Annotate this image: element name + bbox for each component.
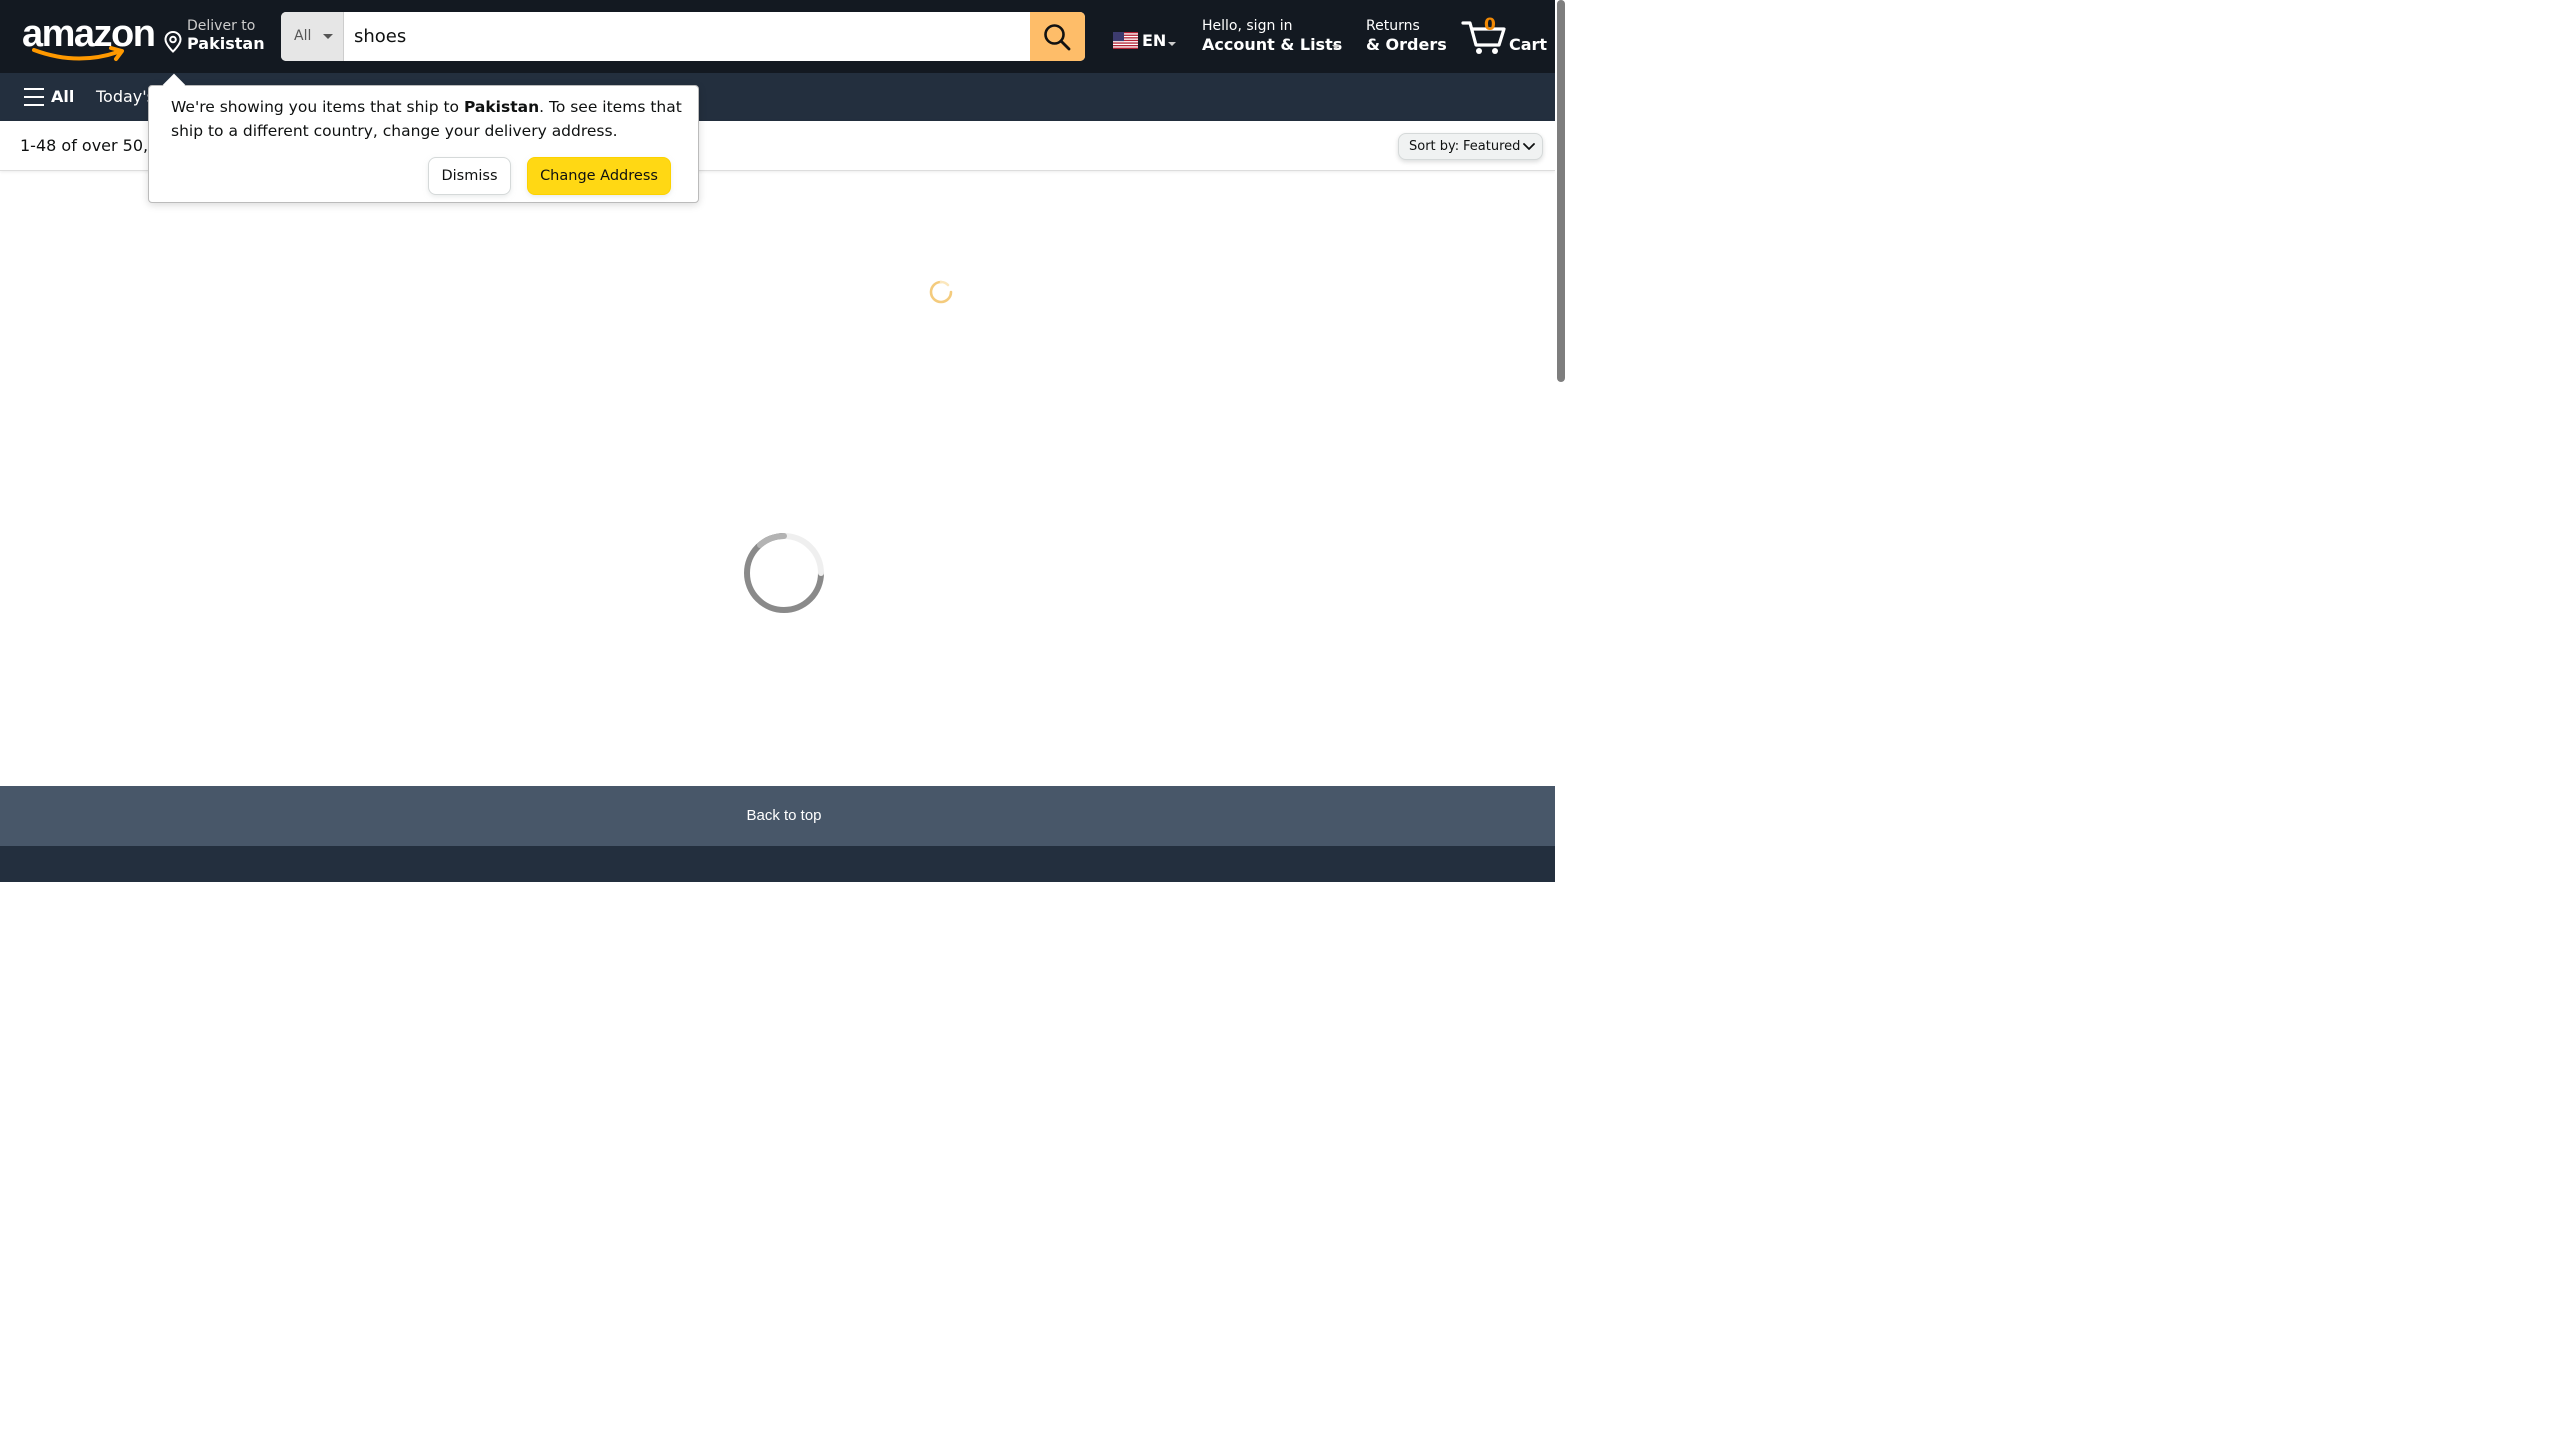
returns-label: Returns: [1366, 18, 1420, 34]
cart-label: Cart: [1509, 35, 1548, 54]
search-category-dropdown[interactable]: All: [281, 12, 344, 61]
top-nav-bar: amazon Deliver to Pakistan All shoes EN …: [0, 0, 1555, 73]
caret-down-icon: [1168, 42, 1176, 46]
search-icon: [1044, 24, 1071, 51]
nav-all-menu[interactable]: All: [51, 87, 74, 106]
logo-smile-icon: [32, 46, 124, 61]
back-to-top-button[interactable]: Back to top: [0, 786, 1555, 846]
deliver-label: Deliver to: [187, 18, 256, 34]
sort-dropdown[interactable]: Sort by: Featured: [1398, 133, 1543, 160]
location-pin-icon: [164, 31, 182, 53]
orders-label: & Orders: [1366, 35, 1447, 54]
language-code: EN: [1142, 31, 1167, 50]
search-bar: All: [281, 12, 1085, 61]
amazon-logo[interactable]: amazon: [20, 12, 156, 62]
chevron-down-icon: [1523, 143, 1535, 150]
results-count: 1-48 of over 50,0: [20, 136, 159, 155]
scrollbar-thumb[interactable]: [1557, 0, 1565, 382]
dismiss-button[interactable]: Dismiss: [428, 157, 511, 195]
search-category-label: All: [294, 28, 312, 44]
back-to-top-label: Back to top: [746, 807, 822, 824]
loading-spinner-icon: [929, 280, 953, 304]
search-button[interactable]: [1030, 12, 1085, 61]
page-scrollbar[interactable]: [1555, 0, 1568, 882]
popover-message-start: We're showing you items that ship to: [171, 98, 464, 116]
deliver-to-location[interactable]: Deliver to Pakistan: [164, 16, 274, 58]
nav-todays-deals[interactable]: Today's: [96, 87, 155, 106]
hamburger-icon[interactable]: [24, 88, 44, 106]
caret-down-icon: [323, 34, 333, 39]
account-lists-menu[interactable]: Hello, sign in Account & Lists: [1202, 18, 1347, 58]
deliver-country: Pakistan: [187, 34, 265, 53]
cart-link[interactable]: 0 Cart: [1461, 14, 1547, 60]
account-label: Account & Lists: [1202, 35, 1343, 54]
sort-label: Sort by:: [1409, 139, 1460, 154]
account-greeting: Hello, sign in: [1202, 18, 1293, 34]
footer-nav: [0, 846, 1555, 882]
search-input[interactable]: [344, 12, 1030, 61]
returns-orders-link[interactable]: Returns & Orders: [1366, 18, 1447, 58]
us-flag-icon: [1113, 32, 1138, 49]
caret-down-icon: [1332, 45, 1340, 49]
loading-spinner-icon: [744, 533, 824, 613]
ship-to-popover: We're showing you items that ship to Pak…: [148, 73, 699, 203]
popover-message: We're showing you items that ship to Pak…: [171, 95, 686, 143]
cart-count: 0: [1484, 15, 1496, 35]
popover-country: Pakistan: [463, 98, 540, 116]
change-address-button[interactable]: Change Address: [527, 157, 671, 195]
sort-value: Featured: [1463, 139, 1521, 154]
